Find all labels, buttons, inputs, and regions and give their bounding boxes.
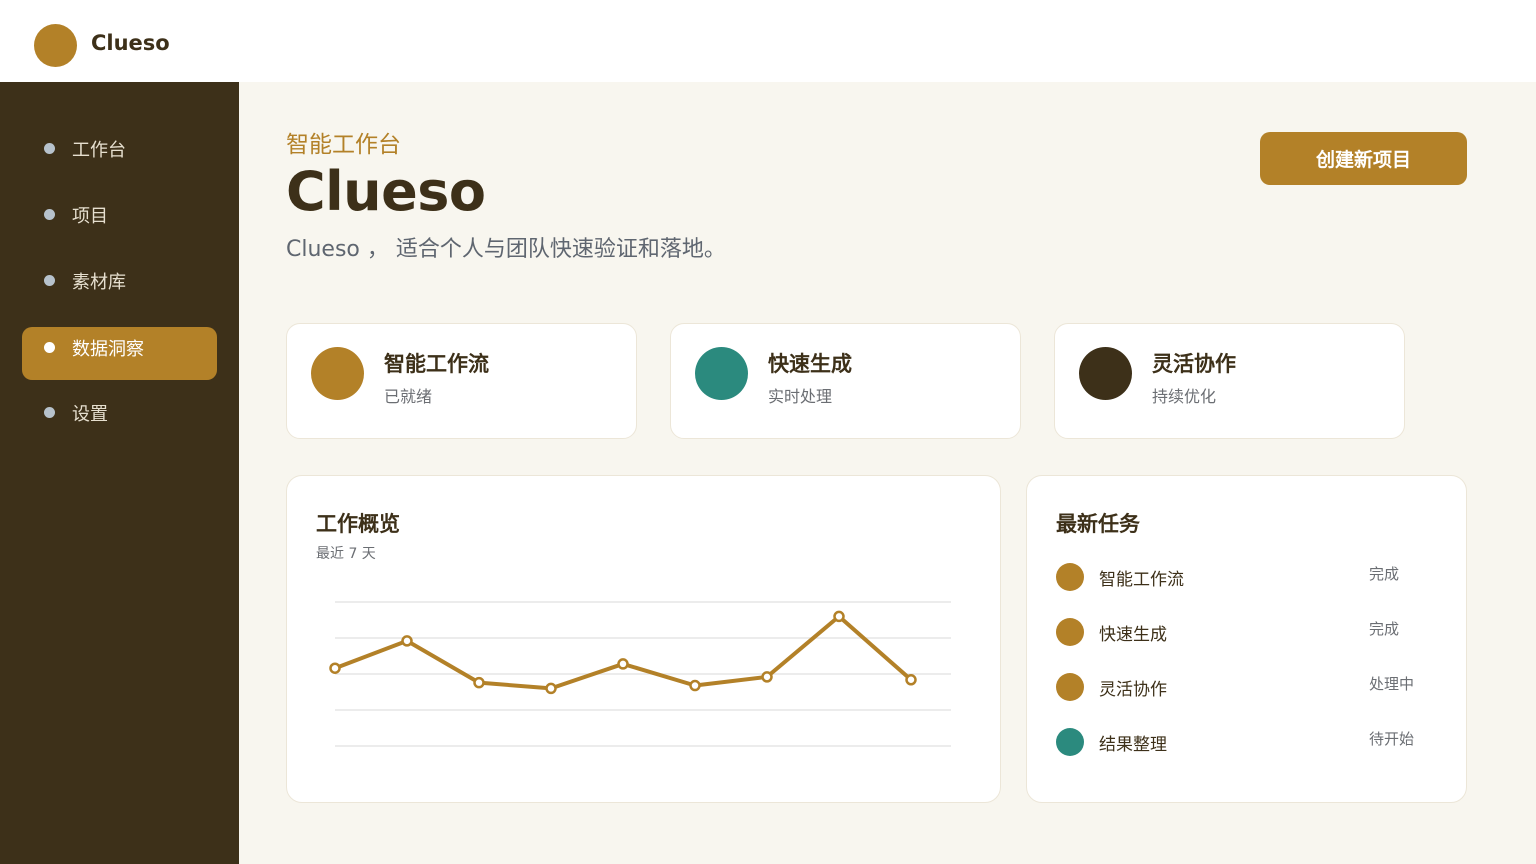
task-name: 智能工作流: [1099, 570, 1184, 590]
sidebar-item-label: 设置: [72, 404, 108, 425]
overview-line-chart: [329, 601, 951, 747]
task-row[interactable]: 灵活协作 处理中: [1056, 671, 1436, 701]
feature-card-collab[interactable]: 灵活协作 持续优化: [1054, 323, 1405, 439]
top-bar: Clueso: [0, 0, 1536, 82]
feature-title: 灵活协作: [1152, 352, 1236, 376]
task-status: 待开始: [1369, 730, 1415, 748]
nav-dot-icon: [44, 209, 55, 220]
nav-dot-icon: [44, 275, 55, 286]
chart-point: [329, 662, 341, 674]
page-title: Clueso: [286, 160, 486, 223]
sidebar-item-label: 项目: [72, 206, 108, 227]
sidebar-item-settings[interactable]: 设置: [22, 386, 217, 439]
overview-panel: 工作概览 最近 7 天: [286, 475, 1001, 803]
task-dot-icon: [1056, 673, 1084, 701]
task-row[interactable]: 快速生成 完成: [1056, 616, 1436, 646]
sidebar-item-insights[interactable]: 数据洞察: [22, 327, 217, 380]
feature-card-workflow[interactable]: 智能工作流 已就绪: [286, 323, 637, 439]
chart-point: [833, 610, 845, 623]
task-status: 完成: [1369, 620, 1400, 638]
sidebar-item-projects[interactable]: 项目: [22, 188, 217, 241]
page-subtitle: 智能工作台: [286, 132, 401, 158]
logo-icon: [34, 24, 77, 67]
chart-point: [473, 676, 485, 689]
task-dot-icon: [1056, 728, 1084, 756]
app-name: Clueso: [91, 31, 170, 55]
feature-circle-icon: [695, 347, 748, 400]
sidebar-item-assets[interactable]: 素材库: [22, 254, 217, 307]
tasks-title: 最新任务: [1056, 512, 1140, 536]
feature-circle-icon: [1079, 347, 1132, 400]
nav-dot-icon: [44, 143, 55, 154]
chart-point: [545, 682, 557, 695]
chart-point: [689, 679, 701, 692]
task-name: 结果整理: [1099, 735, 1167, 755]
chart-point: [617, 658, 629, 670]
sidebar: 工作台 项目 素材库 数据洞察 设置: [0, 82, 239, 864]
sidebar-item-workbench[interactable]: 工作台: [22, 122, 217, 175]
task-dot-icon: [1056, 563, 1084, 591]
sidebar-item-label: 工作台: [72, 140, 126, 161]
task-row[interactable]: 结果整理 待开始: [1056, 726, 1436, 756]
task-status: 完成: [1369, 565, 1400, 583]
chart-point: [401, 635, 413, 647]
feature-title: 快速生成: [768, 352, 852, 376]
nav-dot-icon: [44, 407, 55, 418]
task-dot-icon: [1056, 618, 1084, 646]
sidebar-item-label: 数据洞察: [72, 339, 144, 360]
task-name: 快速生成: [1099, 625, 1167, 645]
page-tagline: Clueso ， 适合个人与团队快速验证和落地。: [286, 237, 726, 262]
task-status: 处理中: [1369, 675, 1415, 693]
feature-title: 智能工作流: [384, 352, 489, 376]
feature-circle-icon: [311, 347, 364, 400]
chart-series-line: [334, 614, 913, 691]
chart-point: [761, 671, 773, 683]
task-name: 灵活协作: [1099, 680, 1167, 700]
chart-point: [905, 674, 917, 686]
feature-status: 实时处理: [768, 387, 833, 406]
tasks-panel: 最新任务 智能工作流 完成 快速生成 完成 灵活协作 处理中 结果整理 待开始: [1026, 475, 1467, 803]
task-row[interactable]: 智能工作流 完成: [1056, 561, 1436, 591]
nav-dot-icon: [44, 342, 55, 353]
feature-status: 持续优化: [1152, 387, 1217, 406]
feature-status: 已就绪: [384, 387, 433, 406]
create-project-button[interactable]: 创建新项目: [1260, 132, 1467, 185]
feature-card-generate[interactable]: 快速生成 实时处理: [670, 323, 1021, 439]
sidebar-item-label: 素材库: [72, 272, 126, 293]
